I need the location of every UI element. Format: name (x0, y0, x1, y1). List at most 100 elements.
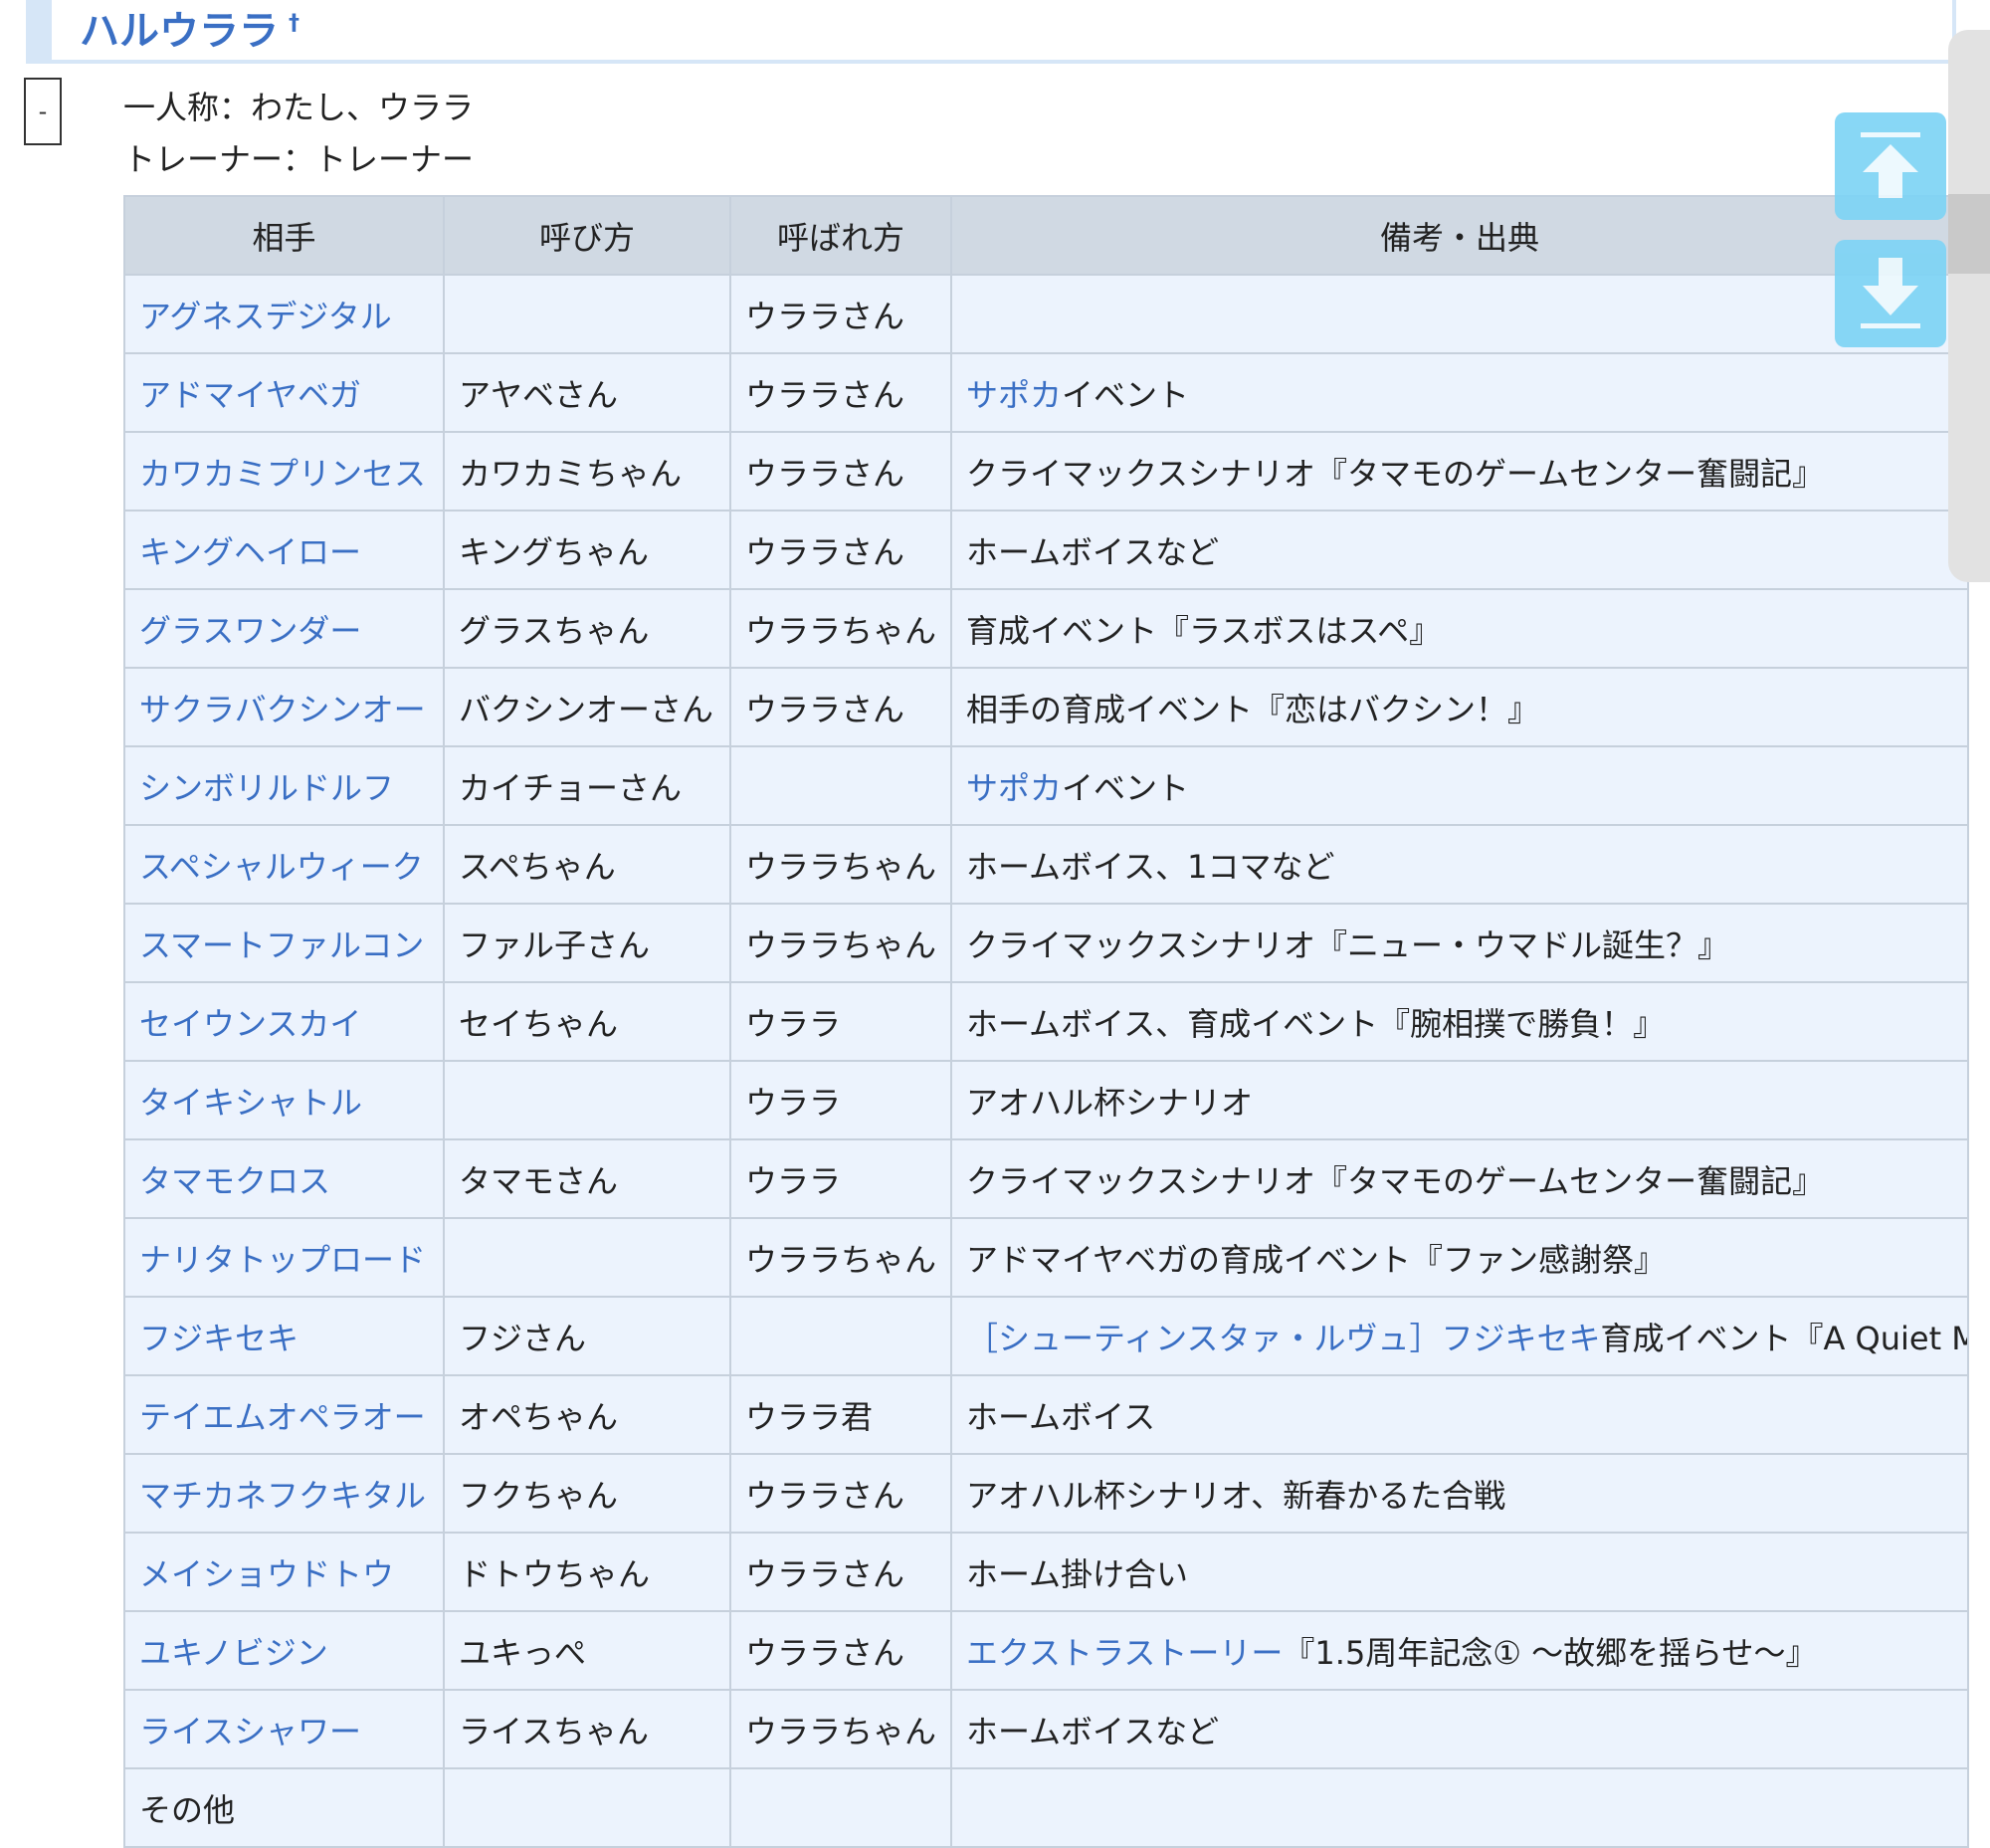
cell-partner: マチカネフクキタル (123, 1453, 445, 1534)
note-text: イベント (1062, 768, 1190, 807)
cell-how-called: ウララちゃん (729, 1689, 952, 1769)
header-partner: 相手 (123, 195, 445, 276)
note-text: ホームボイス、1コマなど (966, 847, 1335, 886)
cell-how-calls (443, 1217, 731, 1298)
partner-link[interactable]: アグネスデジタル (139, 298, 392, 335)
header-how-called: 呼ばれ方 (729, 195, 952, 276)
cell-how-called: ウララさん (729, 431, 952, 512)
section-anchor-link[interactable]: † (289, 11, 299, 36)
cell-notes-source: アドマイヤベガの育成イベント『ファン感謝祭』 (950, 1217, 1969, 1298)
cell-how-calls: ユキっぺ (443, 1610, 731, 1691)
table-row: その他 (123, 1767, 1969, 1848)
table-row: タイキシャトル ウララ アオハル杯シナリオ (123, 1060, 1969, 1140)
cell-notes-source: ホームボイスなど (950, 510, 1969, 590)
cell-how-called: ウララちゃん (729, 588, 952, 669)
first-person-text: 一人称：わたし、ウララ (123, 89, 475, 126)
cell-how-called: ウララさん (729, 352, 952, 433)
table-header-row: 相手 呼び方 呼ばれ方 備考・出典 (123, 195, 1969, 276)
cell-how-called: ウララちゃん (729, 1217, 952, 1298)
cell-partner: セイウンスカイ (123, 981, 445, 1062)
partner-link[interactable]: タマモクロス (139, 1162, 330, 1200)
cell-how-called (729, 1296, 952, 1376)
cell-notes-source: 相手の育成イベント『恋はバクシン！』 (950, 667, 1969, 747)
scroll-to-top-button[interactable] (1835, 112, 1946, 220)
cell-how-calls (443, 1060, 731, 1140)
cell-how-called: ウララ君 (729, 1374, 952, 1455)
scroll-to-bottom-button[interactable] (1835, 240, 1946, 347)
partner-link[interactable]: セイウンスカイ (139, 1005, 361, 1043)
table-row: サクラバクシンオー バクシンオーさん ウララさん 相手の育成イベント『恋はバクシン！』 (123, 667, 1969, 747)
page-title: ハルウララ † (80, 0, 299, 55)
partner-link[interactable]: ユキノビジン (139, 1634, 328, 1672)
partner-link[interactable]: シンボリルドルフ (139, 769, 394, 807)
cell-partner: タマモクロス (123, 1138, 445, 1219)
cell-how-calls: カイチョーさん (443, 745, 731, 826)
note-text: イベント (1062, 375, 1190, 414)
cell-notes-source: ホーム掛け合い (950, 1532, 1969, 1612)
cell-notes-source: アオハル杯シナリオ、新春かるた合戦 (950, 1453, 1969, 1534)
note-text: クライマックスシナリオ『ニュー・ウマドル誕生？』 (966, 925, 1730, 964)
partner-link[interactable]: サクラバクシンオー (139, 691, 426, 728)
partner-link[interactable]: アドマイヤベガ (139, 376, 361, 414)
table-row: キングヘイロー キングちゃん ウララさん ホームボイスなど (123, 510, 1969, 590)
cell-notes-source: サポカイベント (950, 745, 1969, 826)
header-notes-source: 備考・出典 (950, 195, 1969, 276)
cell-notes-source (950, 274, 1969, 354)
scrollbar-thumb[interactable] (1948, 194, 1990, 274)
cell-how-called: ウララさん (729, 274, 952, 354)
cell-partner: ナリタトップロード (123, 1217, 445, 1298)
cell-how-called: ウララ (729, 1138, 952, 1219)
cell-how-calls: スペちゃん (443, 824, 731, 905)
partner-link[interactable]: ライスシャワー (139, 1713, 361, 1750)
note-text: アオハル杯シナリオ (966, 1083, 1254, 1122)
cell-partner: サクラバクシンオー (123, 667, 445, 747)
table-row: グラスワンダー グラスちゃん ウララちゃん 育成イベント『ラスボスはスペ』 (123, 588, 1969, 669)
cell-how-calls: ライスちゃん (443, 1689, 731, 1769)
cell-how-calls: アヤベさん (443, 352, 731, 433)
cell-partner: タイキシャトル (123, 1060, 445, 1140)
note-link[interactable]: エクストラストーリー (966, 1634, 1283, 1672)
table-row: ライスシャワー ライスちゃん ウララちゃん ホームボイスなど (123, 1689, 1969, 1769)
partner-link[interactable]: キングヘイロー (139, 533, 361, 571)
partner-link[interactable]: スペシャルウィーク (139, 848, 424, 886)
cell-how-called: ウララさん (729, 1610, 952, 1691)
collapse-toggle-button[interactable]: - (24, 78, 62, 145)
cell-notes-source (950, 1767, 1969, 1848)
cell-notes-source: ホームボイスなど (950, 1689, 1969, 1769)
arrow-up-to-top-icon (1861, 132, 1920, 198)
cell-how-called (729, 1767, 952, 1848)
partner-link[interactable]: メイショウドトウ (139, 1555, 394, 1593)
scrollbar-track[interactable] (1948, 30, 1990, 582)
note-link[interactable]: サポカ (966, 376, 1062, 414)
cell-how-called: ウララさん (729, 1453, 952, 1534)
table-row: シンボリルドルフ カイチョーさん サポカイベント (123, 745, 1969, 826)
cell-notes-source: ホームボイス、育成イベント『腕相撲で勝負！』 (950, 981, 1969, 1062)
note-link[interactable]: サポカ (966, 769, 1062, 807)
table-row: スマートファルコン ファル子さん ウララちゃん クライマックスシナリオ『ニュー・ウマド… (123, 903, 1969, 983)
partner-link[interactable]: テイエムオペラオー (139, 1398, 426, 1436)
note-text: アオハル杯シナリオ、新春かるた合戦 (966, 1476, 1506, 1515)
cell-partner: アグネスデジタル (123, 274, 445, 354)
cell-partner: グラスワンダー (123, 588, 445, 669)
cell-how-called: ウララさん (729, 1532, 952, 1612)
partner-link[interactable]: マチカネフクキタル (139, 1477, 426, 1515)
table-row: ナリタトップロード ウララちゃん アドマイヤベガの育成イベント『ファン感謝祭』 (123, 1217, 1969, 1298)
partner-label: その他 (139, 1790, 236, 1829)
header-how-calls: 呼び方 (443, 195, 731, 276)
partner-link[interactable]: カワカミプリンセス (139, 455, 426, 493)
cell-how-calls: セイちゃん (443, 981, 731, 1062)
partner-link[interactable]: グラスワンダー (139, 612, 361, 650)
cell-partner: キングヘイロー (123, 510, 445, 590)
note-text: ホーム掛け合い (966, 1554, 1189, 1593)
note-link[interactable]: ［シューティンスタァ・ルヴュ］フジキセキ (966, 1320, 1600, 1357)
arrow-down-to-bottom-icon (1861, 258, 1920, 328)
partner-link[interactable]: スマートファルコン (139, 926, 424, 964)
cell-how-called: ウララちゃん (729, 903, 952, 983)
partner-link[interactable]: ナリタトップロード (139, 1241, 426, 1279)
partner-link[interactable]: タイキシャトル (139, 1084, 362, 1122)
partner-link[interactable]: フジキセキ (139, 1320, 298, 1357)
table-row: ユキノビジン ユキっぺ ウララさん エクストラストーリー『1.5周年記念① ～故郷を揺… (123, 1610, 1969, 1691)
heading-accent-bar (30, 0, 52, 60)
table-row: アグネスデジタル ウララさん (123, 274, 1969, 354)
cell-how-calls (443, 274, 731, 354)
